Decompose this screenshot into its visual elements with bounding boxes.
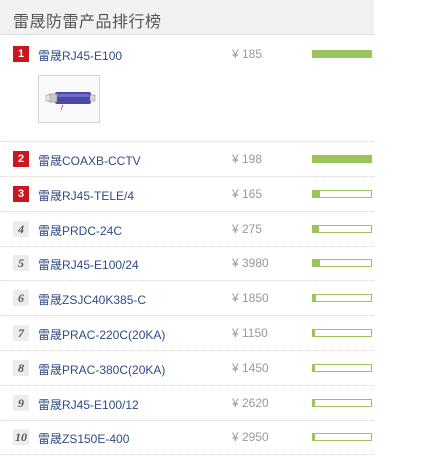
rank-badge: 2 — [13, 151, 29, 167]
popularity-bar — [312, 50, 372, 58]
popularity-bar-fill — [313, 295, 316, 301]
ranking-row: 7 雷晟PRAC-220C(20KA) ¥ 1150 — [0, 316, 374, 351]
ranking-row: 5 雷晟RJ45-E100/24 ¥ 3980 — [0, 246, 374, 281]
popularity-bar-fill — [313, 51, 371, 57]
product-link[interactable]: 雷晟RJ45-E100/24 — [38, 256, 139, 273]
product-link[interactable]: 雷晟ZSJC40K385-C — [38, 291, 146, 308]
product-price: ¥ 1150 — [232, 326, 268, 340]
rank-badge: 3 — [13, 186, 29, 202]
rank-badge: 1 — [13, 46, 29, 62]
product-price: ¥ 2620 — [232, 396, 269, 410]
product-link[interactable]: 雷晟PRDC-24C — [38, 222, 122, 239]
ranking-row: 4 雷晟PRDC-24C ¥ 275 — [0, 212, 374, 247]
panel-title: 雷晟防雷产品排行榜 — [13, 14, 162, 31]
ranking-row: 6 雷晟ZSJC40K385-C ¥ 1850 — [0, 281, 374, 316]
popularity-bar — [312, 329, 372, 337]
popularity-bar-fill — [313, 330, 315, 336]
product-link[interactable]: 雷晟RJ45-E100/12 — [38, 396, 139, 413]
popularity-bar — [312, 399, 372, 407]
product-price: ¥ 198 — [232, 152, 263, 166]
rank-badge: 8 — [13, 360, 29, 376]
popularity-bar-fill — [313, 365, 315, 371]
ranking-row: 9 雷晟RJ45-E100/12 ¥ 2620 — [0, 386, 374, 421]
rank-badge: 6 — [13, 290, 29, 306]
product-price: ¥ 275 — [232, 222, 263, 236]
popularity-bar — [312, 433, 372, 441]
ranking-row: 3 雷晟RJ45-TELE/4 ¥ 165 — [0, 177, 374, 212]
popularity-bar-fill — [313, 191, 320, 197]
popularity-bar-fill — [313, 400, 315, 406]
popularity-bar — [312, 259, 372, 267]
product-link[interactable]: 雷晟RJ45-TELE/4 — [38, 187, 134, 204]
product-price: ¥ 1850 — [232, 291, 269, 305]
rank-badge: 7 — [13, 325, 29, 341]
popularity-bar-fill — [313, 156, 371, 162]
popularity-bar-fill — [313, 434, 315, 440]
product-price: ¥ 185 — [232, 47, 263, 61]
product-link[interactable]: 雷晟RJ45-E100 — [38, 47, 122, 64]
popularity-bar-fill — [313, 226, 319, 232]
panel-header: 雷晟防雷产品排行榜 — [0, 0, 374, 35]
ranking-row: 10 雷晟ZS150E-400 ¥ 2950 — [0, 420, 374, 455]
popularity-bar — [312, 294, 372, 302]
rank-badge: 9 — [13, 395, 29, 411]
rank-badge: 4 — [13, 221, 29, 237]
ranking-row: 2 雷晟COAXB-CCTV ¥ 198 — [0, 142, 374, 177]
popularity-bar — [312, 155, 372, 163]
product-link[interactable]: 雷晟ZS150E-400 — [38, 430, 129, 447]
ranking-panel: 雷晟防雷产品排行榜 1 雷晟RJ45-E100 ¥ 185 2 雷晟COAXB-CCTV… — [0, 0, 374, 459]
ranking-row: 1 雷晟RJ45-E100 ¥ 185 — [0, 37, 374, 142]
popularity-bar — [312, 190, 372, 198]
product-price: ¥ 165 — [232, 187, 263, 201]
product-price: ¥ 2950 — [232, 430, 269, 444]
product-price: ¥ 3980 — [232, 256, 269, 270]
ranking-row: 8 雷晟PRAC-380C(20KA) ¥ 1450 — [0, 351, 374, 386]
rank-badge: 5 — [13, 255, 29, 271]
product-price: ¥ 1450 — [232, 361, 269, 375]
rank-badge: 10 — [13, 429, 29, 445]
product-link[interactable]: 雷晟PRAC-380C(20KA) — [38, 361, 165, 378]
product-link[interactable]: 雷晟COAXB-CCTV — [38, 152, 141, 169]
popularity-bar-fill — [313, 260, 320, 266]
popularity-bar — [312, 225, 372, 233]
popularity-bar — [312, 364, 372, 372]
product-link[interactable]: 雷晟PRAC-220C(20KA) — [38, 326, 165, 343]
